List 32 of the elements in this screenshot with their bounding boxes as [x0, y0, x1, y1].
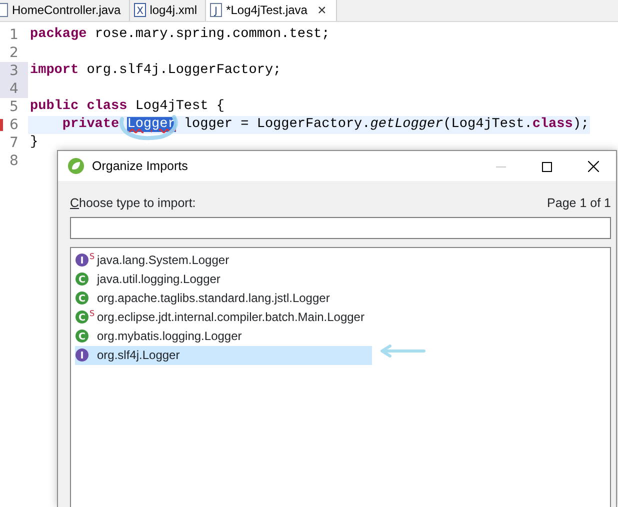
code-line: public class Log4jTest { [29, 98, 226, 116]
line-number: 8 [8, 152, 20, 170]
code-line: package rose.mary.spring.common.test; [29, 26, 331, 44]
editor-tab[interactable]: J *Log4jTest.java × [206, 0, 338, 21]
java-file-icon: J [210, 3, 222, 17]
editor-tab[interactable]: HomeController.java [0, 0, 130, 21]
type-list-item[interactable]: C java.util.logging.Logger [75, 270, 372, 289]
arrow-drawing [378, 344, 426, 358]
type-list-item[interactable]: I org.slf4j.Logger [75, 346, 372, 365]
line-number: 5 [8, 98, 20, 116]
type-list-item[interactable]: C S org.eclipse.jdt.internal.compiler.batch.Main.Logger [75, 308, 372, 327]
line-number: 3 [0, 62, 28, 80]
type-list-item[interactable]: I S java.lang.System.Logger [75, 250, 372, 270]
choose-type-label: Choose type to import: [70, 195, 196, 212]
code-line: import org.slf4j.LoggerFactory; [29, 62, 282, 80]
line-number: 4 [0, 80, 28, 98]
maximize-icon [542, 162, 552, 172]
dialog-title: Organize Imports [92, 158, 189, 175]
type-list-item[interactable]: C org.mybatis.logging.Logger [75, 326, 372, 346]
page-indicator: Page 1 of 1 [547, 195, 611, 212]
close-icon [588, 161, 598, 172]
line-number: 6 [0, 116, 28, 134]
spring-leaf-icon [68, 158, 84, 174]
xml-file-icon: X [134, 3, 146, 17]
close-tab-button[interactable]: × [315, 2, 328, 18]
type-filter-field[interactable] [70, 216, 611, 239]
code-line: } [29, 134, 40, 152]
line-number: 1 [8, 26, 20, 44]
editor-tab[interactable]: X log4j.xml [130, 0, 206, 21]
type-list-item[interactable]: C org.apache.taglibs.standard.lang.jstl.Logger [75, 288, 372, 308]
line-number: 7 [8, 134, 20, 152]
line-number: 2 [8, 44, 20, 62]
